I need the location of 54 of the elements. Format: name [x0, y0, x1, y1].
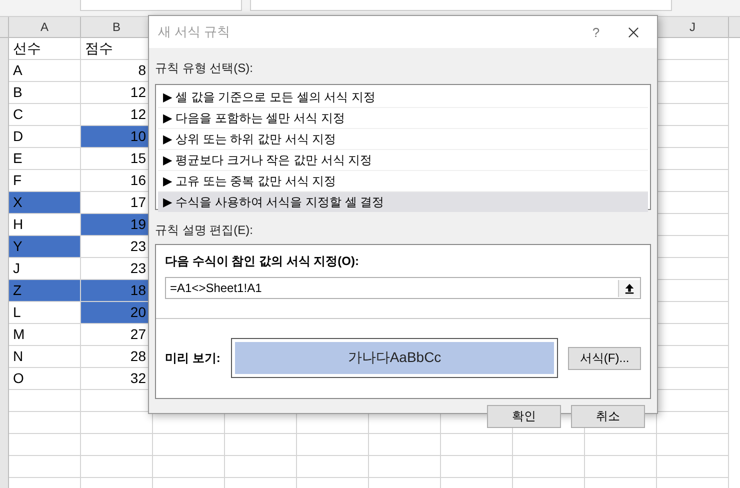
table-cell: [297, 456, 369, 478]
table-cell: [513, 456, 585, 478]
dialog-button[interactable]: 취소: [571, 405, 645, 428]
table-cell: C: [9, 104, 81, 126]
table-cell: [585, 456, 657, 478]
table-cell: [369, 434, 441, 456]
table-cell: [153, 456, 225, 478]
window-title: 새 서식 규칙: [158, 23, 232, 41]
formula-bar[interactable]: [250, 0, 672, 11]
table-cell: [9, 456, 81, 478]
table-cell: E: [9, 148, 81, 170]
column-header[interactable]: A: [9, 17, 81, 37]
list-item[interactable]: ▶ 상위 또는 하위 값만 서식 지정: [158, 129, 648, 150]
format-button[interactable]: 서식(F)...: [568, 346, 641, 370]
table-cell: N: [9, 346, 81, 368]
formula-field[interactable]: =A1<>Sheet1!A1: [165, 277, 641, 299]
table-cell: [441, 434, 513, 456]
table-cell: [441, 456, 513, 478]
table-cell: [657, 456, 729, 478]
preview-label: 미리 보기:: [165, 350, 221, 366]
table-cell: [225, 434, 297, 456]
table-cell: Z: [9, 280, 81, 302]
table-cell: [225, 456, 297, 478]
close-icon[interactable]: [628, 26, 639, 38]
table-cell: B: [9, 82, 81, 104]
table-cell: [369, 456, 441, 478]
dialog-button[interactable]: 확인: [487, 405, 561, 428]
list-item[interactable]: ▶ 평균보다 크거나 작은 값만 서식 지정: [158, 150, 648, 171]
list-item[interactable]: ▶ 수식을 사용하여 서식을 지정할 셀 결정: [158, 192, 648, 213]
table-cell: [657, 434, 729, 456]
list-item[interactable]: ▶ 셀 값을 기준으로 모든 셀의 서식 지정: [158, 87, 648, 108]
formula-label: 다음 수식이 참인 값의 서식 지정(O):: [165, 253, 360, 270]
section-label: 규칙 설명 편집(E):: [155, 222, 254, 238]
table-cell: [81, 456, 153, 478]
table-cell: O: [9, 368, 81, 390]
table-cell: M: [9, 324, 81, 346]
table-cell: A: [9, 60, 81, 82]
table-cell: [585, 434, 657, 456]
table-cell: [9, 412, 81, 434]
table-cell: [153, 434, 225, 456]
table-cell: [513, 434, 585, 456]
table-cell: [81, 434, 153, 456]
table-cell: Y: [9, 236, 81, 258]
section-label: 규칙 유형 선택(S):: [155, 60, 254, 76]
list-item[interactable]: ▶ 다음을 포함하는 셀만 서식 지정: [158, 108, 648, 129]
table-cell: [297, 434, 369, 456]
row-header[interactable]: [0, 38, 9, 60]
help-button[interactable]: ?: [586, 24, 606, 40]
table-cell: [9, 434, 81, 456]
table-cell: [657, 412, 729, 434]
table-cell: 선수: [9, 38, 81, 60]
preview-sample: 가나다AaBbCc: [234, 342, 554, 374]
name-box[interactable]: [80, 0, 242, 11]
table-cell: X: [9, 192, 81, 214]
